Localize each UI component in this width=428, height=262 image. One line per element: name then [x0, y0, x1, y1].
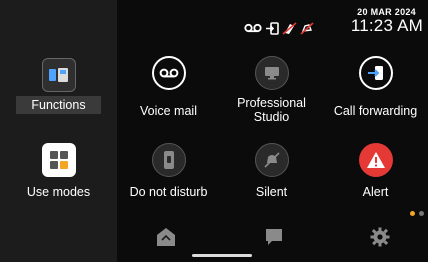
- sidebar: [0, 0, 117, 262]
- alert-icon: [358, 143, 393, 177]
- tile-label: Call forwarding: [333, 104, 418, 118]
- tile-silent[interactable]: Silent: [220, 140, 323, 204]
- call-forward-status-icon: [265, 21, 279, 35]
- settings-icon: [370, 227, 390, 247]
- tile-label: Silent: [255, 185, 288, 199]
- chat-icon: [266, 229, 282, 245]
- do-not-disturb-status-icon: [282, 21, 297, 35]
- tile-label: Use modes: [26, 185, 91, 199]
- voicemail-status-icon: [244, 22, 262, 34]
- home-button[interactable]: [154, 225, 178, 249]
- tile-functions[interactable]: Functions: [0, 54, 117, 116]
- tile-voice-mail[interactable]: Voice mail: [117, 54, 220, 124]
- tile-label: Functions: [16, 96, 101, 114]
- bell-off-icon: [254, 143, 289, 177]
- bottom-nav: [117, 213, 428, 262]
- status-icons: [244, 18, 314, 38]
- grid-icon: [41, 143, 76, 177]
- tile-label: Voice mail: [140, 104, 197, 118]
- tile-call-forwarding[interactable]: Call forwarding: [323, 54, 428, 124]
- monitor-icon: [254, 56, 289, 90]
- tile-alert[interactable]: Alert: [323, 140, 428, 204]
- status-time: 11:23 AM: [350, 16, 423, 35]
- phone-functions-icon: [41, 58, 76, 92]
- call-forward-icon: [358, 56, 393, 90]
- home-indicator: [192, 254, 252, 257]
- silent-status-icon: [300, 21, 314, 35]
- voicemail-icon: [151, 56, 186, 90]
- tile-use-modes[interactable]: Use modes: [0, 140, 117, 204]
- settings-button[interactable]: [368, 225, 392, 249]
- status-bar: 20 MAR 2024 11:23 AM: [106, 0, 426, 40]
- tile-professional-studio[interactable]: Professional Studio: [220, 54, 323, 126]
- tile-label: Alert: [362, 185, 389, 199]
- chat-button[interactable]: [262, 225, 286, 249]
- do-not-disturb-icon: [151, 143, 186, 177]
- tile-label: Professional Studio: [237, 96, 306, 124]
- home-icon: [157, 228, 175, 246]
- tile-do-not-disturb[interactable]: Do not disturb: [117, 140, 220, 204]
- tile-label: Do not disturb: [129, 185, 208, 199]
